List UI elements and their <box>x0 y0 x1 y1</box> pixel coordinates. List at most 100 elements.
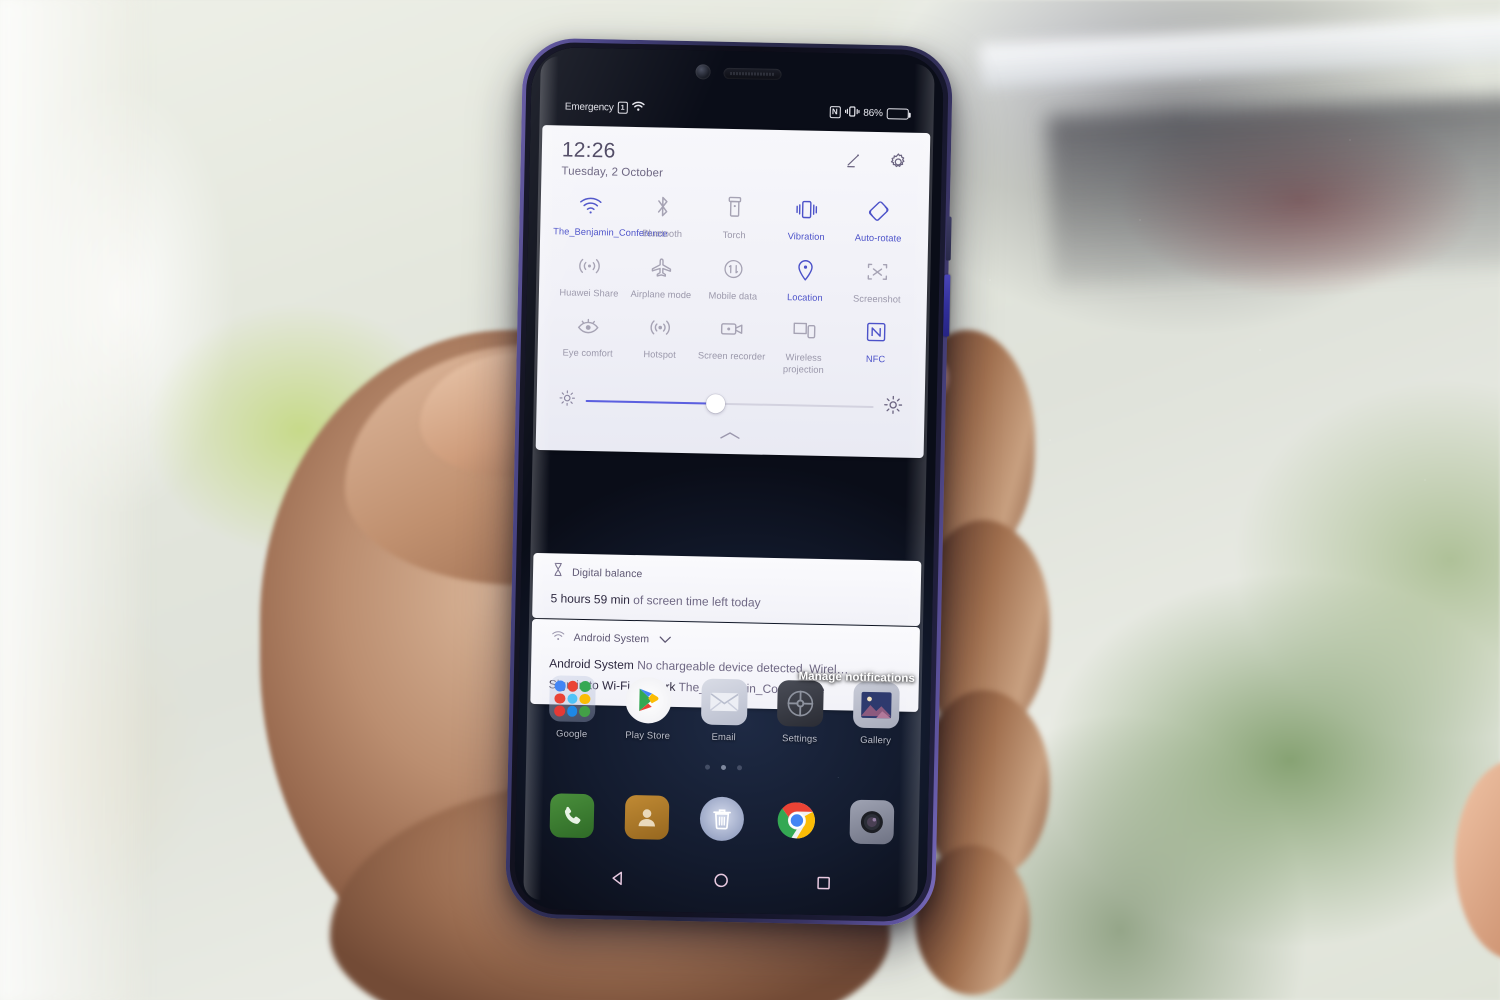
vibration-icon <box>793 196 820 223</box>
app-label: Settings <box>781 733 818 745</box>
app-gallery[interactable]: Gallery <box>845 681 908 746</box>
trash-icon[interactable] <box>699 796 745 842</box>
quick-tile-bluetooth[interactable]: Bluetooth <box>626 193 699 241</box>
contacts-icon[interactable] <box>624 794 670 840</box>
page-dot[interactable] <box>704 764 710 770</box>
brightness-low-icon <box>558 390 575 412</box>
notification-app-name: Android System <box>573 631 650 646</box>
quick-tile-eye-comfort[interactable]: Eye comfort <box>551 313 624 373</box>
notification-rest-text: of screen time left today <box>633 593 761 610</box>
settings-gear-icon <box>776 680 824 728</box>
brightness-slider-track[interactable] <box>585 394 874 414</box>
wifi-icon <box>552 628 565 646</box>
brightness-high-icon <box>883 396 903 420</box>
vibrate-icon <box>844 105 860 120</box>
battery-percent-label: 86% <box>863 107 883 119</box>
smartphone: Emergency 1 N 86% 12:26 Tuesday, 2 Octob… <box>504 37 954 927</box>
chrome-icon[interactable] <box>775 798 820 843</box>
app-play-store[interactable]: Play Store <box>617 676 680 742</box>
brightness-slider-fill <box>585 400 716 406</box>
airplane-icon <box>649 254 674 280</box>
bluetooth-icon <box>654 193 671 219</box>
clock-date: Tuesday, 2 October <box>561 165 664 180</box>
quick-tile-label: Screenshot <box>853 293 901 305</box>
page-dot[interactable] <box>736 765 742 771</box>
quick-tile-mobile-data[interactable]: Mobile data <box>697 255 770 303</box>
notification-bold-text: 5 hours 59 min <box>550 591 631 607</box>
quick-tile-label: Wireless projection <box>782 352 824 375</box>
other-hand-finger <box>1455 760 1500 960</box>
manage-notifications-button[interactable]: Manage notifications <box>798 671 915 685</box>
quick-tile-screenshot[interactable]: Screenshot <box>841 258 914 306</box>
app-label: Gallery <box>860 734 892 747</box>
mobile-data-icon <box>722 255 745 281</box>
page-dot-active[interactable] <box>720 764 726 770</box>
carrier-label: Emergency <box>564 100 614 113</box>
quick-tile-airplane-mode[interactable]: Airplane mode <box>625 253 698 301</box>
screen-recorder-icon <box>719 316 746 343</box>
quick-tile-huawei-share[interactable]: Huawei Share <box>553 252 626 300</box>
recents-square-icon[interactable] <box>815 874 831 890</box>
email-icon <box>700 678 748 726</box>
nfc-icon: N <box>829 106 841 119</box>
quick-tile-auto-rotate[interactable]: Auto-rotate <box>842 197 915 245</box>
chevron-up-icon <box>719 427 741 445</box>
sim-card-icon: 1 <box>617 101 628 114</box>
gallery-icon <box>852 681 900 729</box>
quick-settings-row-2: Huawei Share Airplane mode Mobile data L… <box>539 252 928 307</box>
app-label: Play Store <box>625 729 671 742</box>
quick-settings-panel: 12:26 Tuesday, 2 October The_Benjamin_Co… <box>535 125 931 459</box>
back-triangle-icon[interactable] <box>610 870 627 887</box>
shade-header: 12:26 Tuesday, 2 October <box>541 138 930 185</box>
earpiece-speaker <box>723 67 782 81</box>
quick-tile-label: Vibration <box>787 231 825 242</box>
location-pin-icon <box>796 257 815 283</box>
gear-icon[interactable] <box>889 152 908 171</box>
quick-settings-row-3: Eye comfort Hotspot Screen recorder Wire… <box>537 312 926 378</box>
quick-tile-wifi[interactable]: The_Benjamin_Conference <box>553 191 668 239</box>
quick-tile-label: Bluetooth <box>642 228 683 240</box>
quick-tile-label: Location <box>787 291 823 303</box>
app-google-folder[interactable]: Google <box>541 675 604 740</box>
clock-time: 12:26 <box>561 138 616 163</box>
play-store-icon <box>624 676 672 724</box>
wifi-icon <box>578 192 603 218</box>
home-screen: Manage notifications Google Play Store E… <box>514 657 931 918</box>
battery-icon <box>886 107 909 120</box>
home-circle-icon[interactable] <box>712 872 729 889</box>
quick-tile-hotspot[interactable]: Hotspot <box>623 314 696 374</box>
hourglass-icon <box>553 562 563 581</box>
quick-tile-nfc[interactable]: NFC <box>839 319 912 379</box>
notification-line: 5 hours 59 min of screen time left today <box>532 589 920 615</box>
notification-digital-balance[interactable]: Digital balance 5 hours 59 min of screen… <box>532 552 922 627</box>
quick-tile-wireless-projection[interactable]: Wireless projection <box>767 317 840 377</box>
google-folder-icon <box>548 675 596 723</box>
quick-tile-label: Eye comfort <box>562 347 613 359</box>
eye-comfort-icon <box>575 313 602 340</box>
quick-tile-vibration[interactable]: Vibration <box>770 196 843 244</box>
wireless-project-icon <box>791 318 818 345</box>
quick-tile-label: Screen recorder <box>697 350 766 362</box>
quick-tile-label: NFC <box>865 354 886 365</box>
torch-icon <box>727 195 742 221</box>
collapse-shade-button[interactable] <box>536 412 925 458</box>
quick-tile-label: Huawei Share <box>559 287 619 299</box>
app-label: Email <box>711 731 736 744</box>
quick-tile-torch[interactable]: Torch <box>698 194 771 242</box>
app-email[interactable]: Email <box>693 678 756 743</box>
app-settings[interactable]: Settings <box>769 680 832 745</box>
volume-button[interactable] <box>945 216 952 261</box>
quick-tile-label: The_Benjamin_Conference <box>553 226 668 239</box>
app-row: Google Play Store Email Settings Gallery <box>518 675 931 748</box>
chevron-down-icon[interactable] <box>658 631 671 649</box>
phone-icon[interactable] <box>549 793 595 839</box>
screenshot-icon <box>865 258 890 284</box>
edit-pencil-icon[interactable] <box>845 151 863 170</box>
app-label: Google <box>555 728 588 741</box>
quick-tile-location[interactable]: Location <box>769 256 842 304</box>
notification-app-name: Digital balance <box>571 566 643 580</box>
brightness-slider-thumb[interactable] <box>705 394 725 414</box>
camera-icon[interactable] <box>849 799 895 845</box>
hotspot-icon <box>648 315 673 341</box>
quick-tile-screen-recorder[interactable]: Screen recorder <box>695 316 768 376</box>
